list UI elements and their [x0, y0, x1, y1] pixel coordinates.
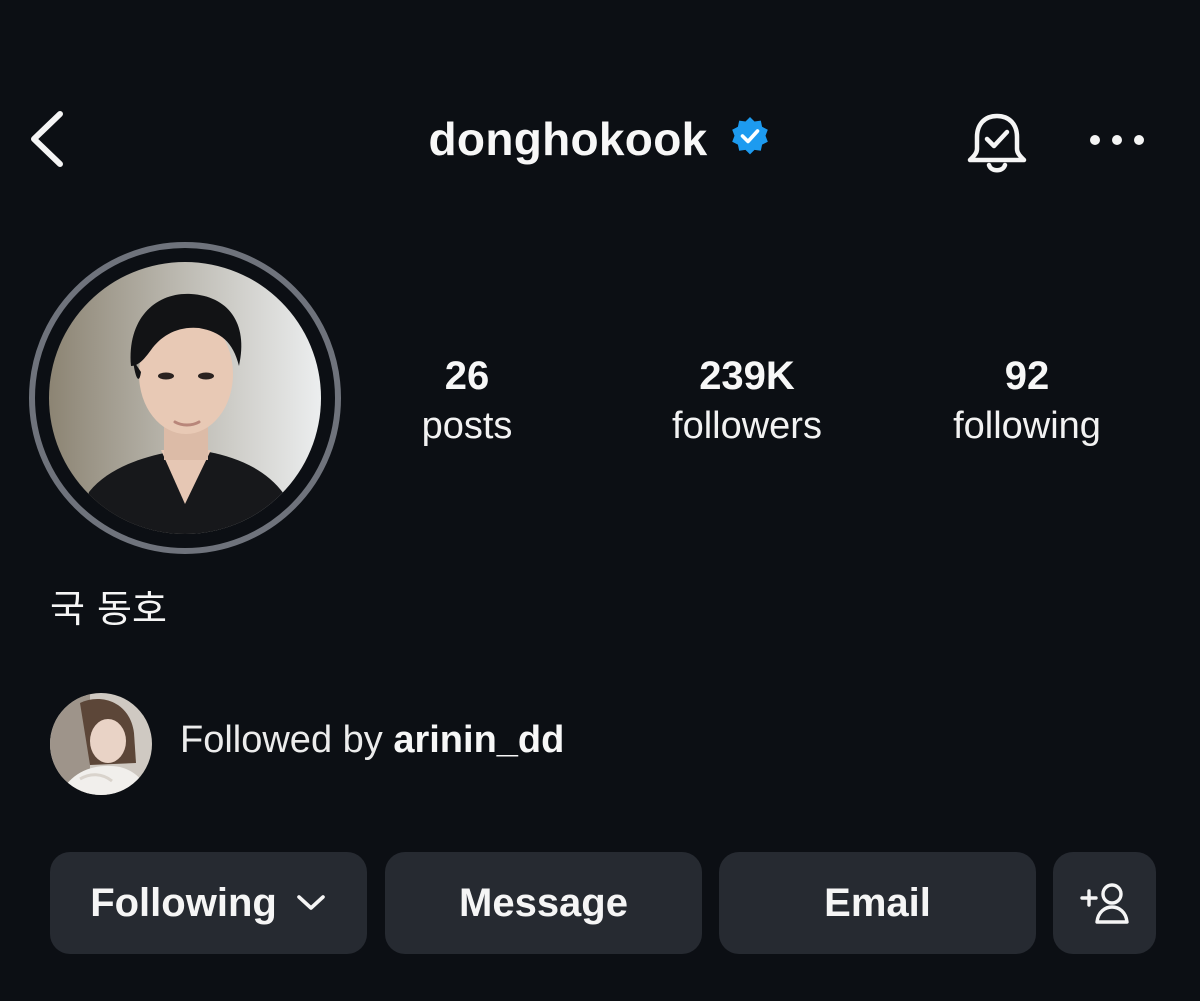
- email-button[interactable]: Email: [719, 852, 1036, 954]
- bell-check-icon[interactable]: [960, 106, 1034, 180]
- profile-avatar[interactable]: [49, 262, 321, 534]
- following-count[interactable]: 92 following: [907, 352, 1147, 452]
- posts-label: posts: [421, 405, 513, 447]
- mutual-prefix: Followed by: [180, 719, 394, 761]
- mutual-follower-avatar[interactable]: [50, 693, 152, 795]
- following-value: 92: [1004, 354, 1050, 398]
- mutual-username[interactable]: arinin_dd: [393, 719, 564, 761]
- add-user-button[interactable]: [1053, 852, 1156, 954]
- posts-count[interactable]: 26 posts: [347, 352, 587, 452]
- followers-value: 239K: [699, 354, 795, 398]
- followers-count[interactable]: 239K followers: [627, 352, 867, 452]
- message-button-label: Message: [459, 880, 628, 925]
- following-button[interactable]: Following: [50, 852, 367, 954]
- username: donghokook: [428, 113, 708, 165]
- following-label: following: [953, 405, 1101, 447]
- following-button-label: Following: [90, 880, 277, 925]
- verified-badge-icon: [732, 117, 769, 155]
- email-button-label: Email: [824, 880, 931, 925]
- posts-value: 26: [444, 354, 490, 398]
- followers-label: followers: [672, 405, 822, 447]
- add-user-icon: [1079, 883, 1129, 924]
- more-horizontal-icon[interactable]: [1080, 120, 1154, 160]
- profile-header: donghokook: [0, 90, 1200, 190]
- mutual-followers-text: Followed by arinin_dd: [180, 719, 564, 762]
- profile-photo: [49, 262, 321, 534]
- mutual-follower-photo: [50, 693, 152, 795]
- message-button[interactable]: Message: [385, 852, 702, 954]
- full-name: 국 동호: [50, 587, 167, 631]
- chevron-down-icon: [297, 895, 325, 910]
